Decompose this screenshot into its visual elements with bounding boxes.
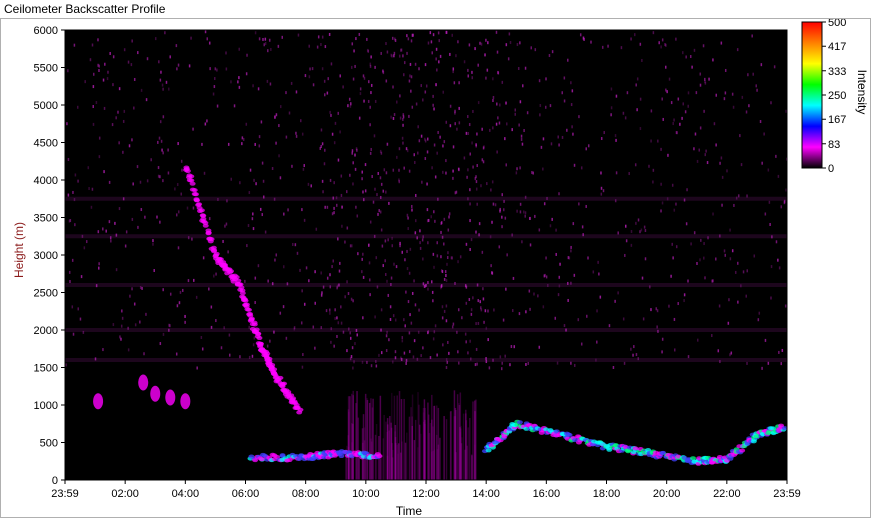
ceilometer-chart: 0500100015002000250030003500400045005000… bbox=[12, 17, 869, 518]
x-tick-label: 10:00 bbox=[352, 488, 380, 500]
colorbar-tick-label: 250 bbox=[828, 90, 846, 102]
y-tick-label: 1500 bbox=[34, 363, 58, 375]
x-tick-label: 23:59 bbox=[773, 488, 801, 500]
y-tick-label: 500 bbox=[40, 438, 58, 450]
x-tick-label: 02:00 bbox=[111, 488, 139, 500]
colorbar-tick-label: 83 bbox=[828, 139, 840, 151]
x-tick-label: 18:00 bbox=[593, 488, 621, 500]
colorbar-tick-label: 0 bbox=[828, 163, 834, 175]
x-tick-label: 20:00 bbox=[653, 488, 681, 500]
x-tick-label: 23:59 bbox=[51, 488, 79, 500]
heatmap-background bbox=[65, 30, 787, 480]
x-tick-label: 14:00 bbox=[472, 488, 500, 500]
y-tick-label: 6000 bbox=[34, 25, 58, 37]
colorbar-tick-label: 333 bbox=[828, 66, 846, 78]
y-tick-label: 5500 bbox=[34, 63, 58, 75]
colorbar-gradient bbox=[801, 21, 823, 169]
y-tick-label: 3000 bbox=[34, 250, 58, 262]
y-tick-label: 4000 bbox=[34, 175, 58, 187]
colorbar-label: Intensity bbox=[855, 70, 869, 115]
y-tick-label: 3500 bbox=[34, 213, 58, 225]
x-tick-label: 12:00 bbox=[412, 488, 440, 500]
x-tick-label: 04:00 bbox=[172, 488, 200, 500]
chart-panel: 0 500 1000 1500 2000 2500 3000 3500 4000 4500 5000… bbox=[0, 17, 871, 518]
y-tick-label: 1000 bbox=[34, 400, 58, 412]
y-tick-label: 5000 bbox=[34, 100, 58, 112]
colorbar-tick-label: 167 bbox=[828, 114, 846, 126]
x-tick-label: 08:00 bbox=[292, 488, 320, 500]
y-tick-label: 4500 bbox=[34, 138, 58, 150]
plot-area bbox=[65, 30, 787, 480]
x-axis-label: Time bbox=[396, 504, 423, 517]
y-tick-label: 2000 bbox=[34, 325, 58, 337]
colorbar: 0 83 167 250 333 417 500 Intensity bbox=[801, 17, 869, 175]
y-tick-label: 2500 bbox=[34, 288, 58, 300]
colorbar-tick-label: 500 bbox=[828, 19, 846, 29]
colorbar-tick-label: 417 bbox=[828, 41, 846, 53]
x-tick-label: 22:00 bbox=[713, 488, 741, 500]
y-axis-label: Height (m) bbox=[12, 222, 26, 278]
x-tick-label: 06:00 bbox=[232, 488, 260, 500]
y-tick-label: 0 bbox=[52, 475, 58, 487]
x-tick-label: 16:00 bbox=[533, 488, 561, 500]
window-title: Ceilometer Backscatter Profile bbox=[4, 2, 166, 16]
